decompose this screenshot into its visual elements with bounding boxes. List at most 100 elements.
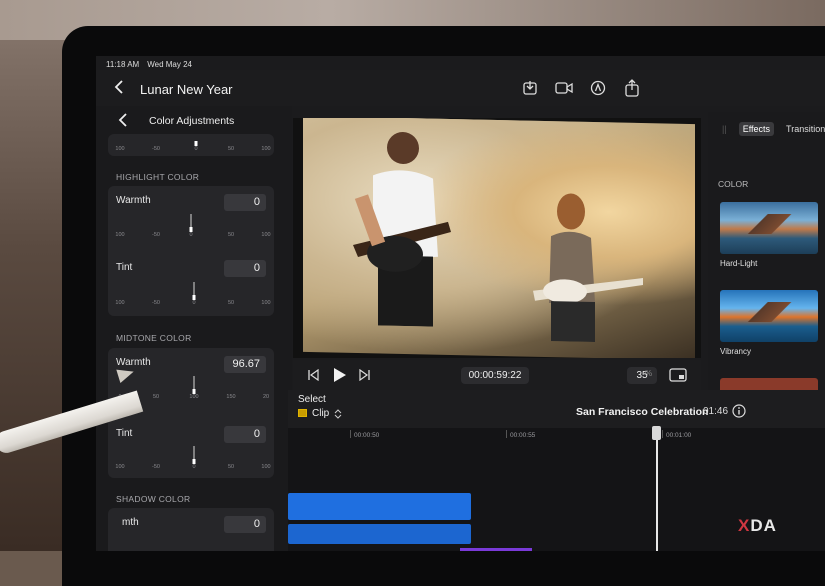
slider-center xyxy=(193,282,195,296)
tick-label: -50 xyxy=(152,232,160,238)
tick-label: 20 xyxy=(262,394,270,400)
highlight-color-heading: HIGHLIGHT COLOR xyxy=(116,172,200,182)
midtone-warmth-value[interactable]: 96.67 xyxy=(224,356,266,373)
import-icon[interactable] xyxy=(520,78,540,98)
inspector-back-icon[interactable] xyxy=(118,113,128,127)
app-screen: 11:18 AM Wed May 24 Lunar New Year Color… xyxy=(96,56,825,551)
shadow-warmth-label: mth xyxy=(122,517,139,528)
status-time: 11:18 AM xyxy=(106,60,140,69)
highlight-tint-label: Tint xyxy=(116,262,133,273)
back-chevron-icon[interactable] xyxy=(114,80,124,94)
timecode-display: 00:00:59:22 xyxy=(461,367,529,384)
tick-label: 100 xyxy=(261,300,271,306)
watermark-text: DA xyxy=(750,516,777,535)
color-inspector: Color Adjustments 100 -50 0 50 100 HIGHL… xyxy=(96,106,292,551)
tick-label: -50 xyxy=(152,300,160,306)
tick-label: 100 xyxy=(115,464,125,470)
slider-thumb[interactable] xyxy=(189,227,193,232)
highlight-warmth-value[interactable]: 0 xyxy=(224,194,266,211)
midtone-tint-label: Tint xyxy=(116,428,133,439)
tick-label: 100 xyxy=(115,300,125,306)
slider-thumb[interactable] xyxy=(192,295,196,300)
slider-thumb[interactable] xyxy=(194,141,198,146)
tab-effects[interactable]: Effects xyxy=(738,122,775,136)
chevron-updown-icon[interactable] xyxy=(334,409,342,419)
tick-label: 50 xyxy=(152,394,160,400)
status-bar: 11:18 AM Wed May 24 xyxy=(106,60,192,69)
tick-label: 0 xyxy=(189,232,193,238)
tick-label: 100 xyxy=(115,232,125,238)
effect-thumb-vibrancy[interactable] xyxy=(720,290,818,342)
tick-label: -50 xyxy=(152,146,160,152)
ruler-time: 00:00:50 xyxy=(354,432,380,439)
share-icon[interactable] xyxy=(622,78,642,98)
zoom-level[interactable]: 35 xyxy=(627,367,657,384)
slider-center xyxy=(193,376,195,390)
highlight-warmth-label: Warmth xyxy=(116,195,151,206)
audio-clip[interactable] xyxy=(288,524,471,544)
tick-label: 0 xyxy=(194,146,198,152)
bassist-figure xyxy=(533,193,643,343)
tick-label: 100 xyxy=(261,146,271,152)
highlight-tint-slider[interactable]: 100 -50 0 50 100 xyxy=(115,282,271,306)
playhead[interactable] xyxy=(656,428,658,551)
voiceover-icon[interactable] xyxy=(588,78,608,98)
top-ruler[interactable]: 100 -50 0 50 100 xyxy=(115,130,271,152)
library-tabs: || Effects Transitions xyxy=(718,122,825,136)
tick-label: 0 xyxy=(192,300,196,306)
watermark-x: X xyxy=(738,516,751,535)
play-icon[interactable] xyxy=(333,367,347,383)
toolbar-icons xyxy=(520,78,642,98)
effect-label-hard-light: Hard-Light xyxy=(720,259,758,268)
ruler-time: 00:01:00 xyxy=(666,432,692,439)
previous-frame-icon[interactable] xyxy=(307,369,319,381)
highlight-warmth-slider[interactable]: 100 -50 0 50 100 xyxy=(115,214,271,238)
ruler-tick xyxy=(350,430,351,438)
clip-icon xyxy=(298,409,307,417)
project-name: San Francisco Celebration xyxy=(576,406,709,418)
project-duration: 01:46 xyxy=(703,406,729,417)
playhead-handle[interactable] xyxy=(652,426,661,440)
tick-label: 50 xyxy=(227,300,235,306)
tick-label: 100 xyxy=(115,146,125,152)
video-clip[interactable] xyxy=(288,493,471,520)
video-frame xyxy=(303,118,695,358)
tick-label: 50 xyxy=(227,464,235,470)
library-section-color: COLOR xyxy=(718,179,749,189)
camera-icon[interactable] xyxy=(554,78,574,98)
transport-bar: 00:00:59:22 35 % xyxy=(293,360,701,390)
effect-label-vibrancy: Vibrancy xyxy=(720,347,751,356)
tick-label: 100 xyxy=(261,232,271,238)
fullscreen-icon[interactable] xyxy=(669,368,687,382)
watermark-logo: XDA xyxy=(738,516,777,536)
tick-label: 50 xyxy=(227,146,235,152)
tick-label: 50 xyxy=(227,232,235,238)
info-icon[interactable] xyxy=(732,404,746,418)
previous-card: 100 -50 0 50 100 xyxy=(108,134,274,156)
ruler-tick xyxy=(662,430,663,438)
tick-label: 0 xyxy=(192,464,196,470)
highlight-tint-value[interactable]: 0 xyxy=(224,260,266,277)
next-frame-icon[interactable] xyxy=(359,369,371,381)
inspector-title: Color Adjustments xyxy=(149,115,235,127)
slider-center xyxy=(190,214,192,228)
zoom-unit: % xyxy=(645,369,653,378)
shadow-color-heading: SHADOW COLOR xyxy=(116,494,191,504)
tick-label: 100 xyxy=(189,394,199,400)
shadow-card: mth 0 xyxy=(108,508,274,551)
effect-thumb-hard-light[interactable] xyxy=(720,202,818,254)
slider-thumb[interactable] xyxy=(192,389,196,394)
slider-center xyxy=(193,446,195,460)
midtone-tint-slider[interactable]: 100 -50 0 50 100 xyxy=(115,446,271,470)
ruler-tick xyxy=(506,430,507,438)
guitarist-figure xyxy=(353,131,451,327)
clip-selector[interactable]: Clip xyxy=(312,408,329,419)
drag-handle-icon[interactable]: || xyxy=(718,122,731,136)
slider-thumb[interactable] xyxy=(192,459,196,464)
thumb-mountain xyxy=(720,302,818,322)
midtone-tint-value[interactable]: 0 xyxy=(224,426,266,443)
tab-transitions[interactable]: Transitions xyxy=(782,122,825,136)
shadow-warmth-value[interactable]: 0 xyxy=(224,516,266,533)
video-viewer[interactable] xyxy=(293,118,701,358)
status-date: Wed May 24 xyxy=(147,60,192,69)
